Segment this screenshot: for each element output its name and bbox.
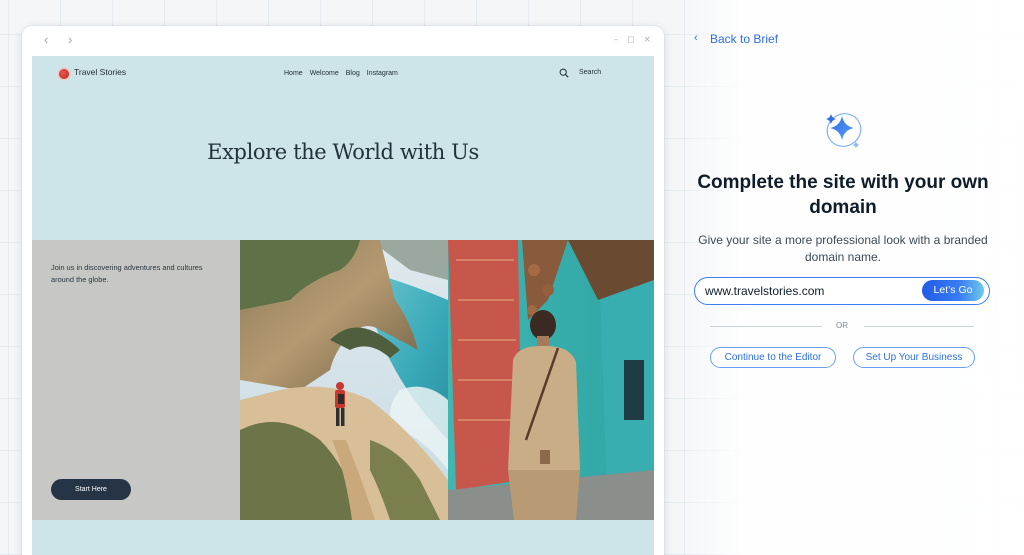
forward-arrow-icon[interactable]: › bbox=[68, 33, 72, 47]
photo-coastal-hike bbox=[240, 240, 448, 520]
browser-toolbar: ‹ › – ◻ × bbox=[22, 26, 664, 56]
panel-subtitle: Give your site a more professional look … bbox=[698, 233, 988, 264]
photo-market-traveler bbox=[448, 240, 654, 520]
menu-item-welcome[interactable]: Welcome bbox=[310, 70, 339, 77]
site-page: Travel Stories Home Welcome Blog Instagr… bbox=[32, 56, 654, 555]
site-preview-window: ‹ › – ◻ × Travel Stories Home Welcome Bl… bbox=[22, 26, 664, 555]
intro-text: Join us in discovering adventures and cu… bbox=[51, 263, 203, 284]
lets-go-button[interactable]: Let’s Go bbox=[922, 280, 984, 301]
menu-item-instagram[interactable]: Instagram bbox=[367, 70, 398, 77]
continue-to-editor-button[interactable]: Continue to the Editor bbox=[710, 347, 836, 368]
site-menu: Home Welcome Blog Instagram bbox=[284, 70, 398, 77]
sparkle-icon bbox=[826, 113, 862, 148]
set-up-business-button[interactable]: Set Up Your Business bbox=[853, 347, 975, 368]
start-here-button[interactable]: Start Here bbox=[51, 479, 131, 500]
search-label[interactable]: Search bbox=[579, 69, 601, 76]
or-divider-left bbox=[710, 326, 822, 327]
or-label: OR bbox=[836, 321, 848, 330]
intro-panel: Join us in discovering adventures and cu… bbox=[32, 240, 240, 520]
logo-icon bbox=[59, 69, 69, 79]
menu-item-blog[interactable]: Blog bbox=[346, 70, 360, 77]
site-header: Travel Stories Home Welcome Blog Instagr… bbox=[32, 56, 654, 96]
window-controls[interactable]: – ◻ × bbox=[614, 35, 654, 45]
search-icon[interactable] bbox=[559, 68, 569, 78]
back-to-brief-link[interactable]: Back to Brief bbox=[710, 32, 778, 46]
domain-input[interactable] bbox=[705, 278, 915, 303]
hero-title: Explore the World with Us bbox=[207, 140, 479, 164]
back-arrow-icon[interactable]: ‹ bbox=[44, 33, 48, 47]
domain-search-box: Let’s Go bbox=[694, 277, 990, 305]
site-logo-text[interactable]: Travel Stories bbox=[74, 67, 126, 77]
menu-item-home[interactable]: Home bbox=[284, 70, 303, 77]
panel-title: Complete the site with your own domain bbox=[697, 172, 989, 218]
chevron-left-icon[interactable]: ‹ bbox=[694, 32, 698, 44]
or-divider-right bbox=[864, 326, 974, 327]
